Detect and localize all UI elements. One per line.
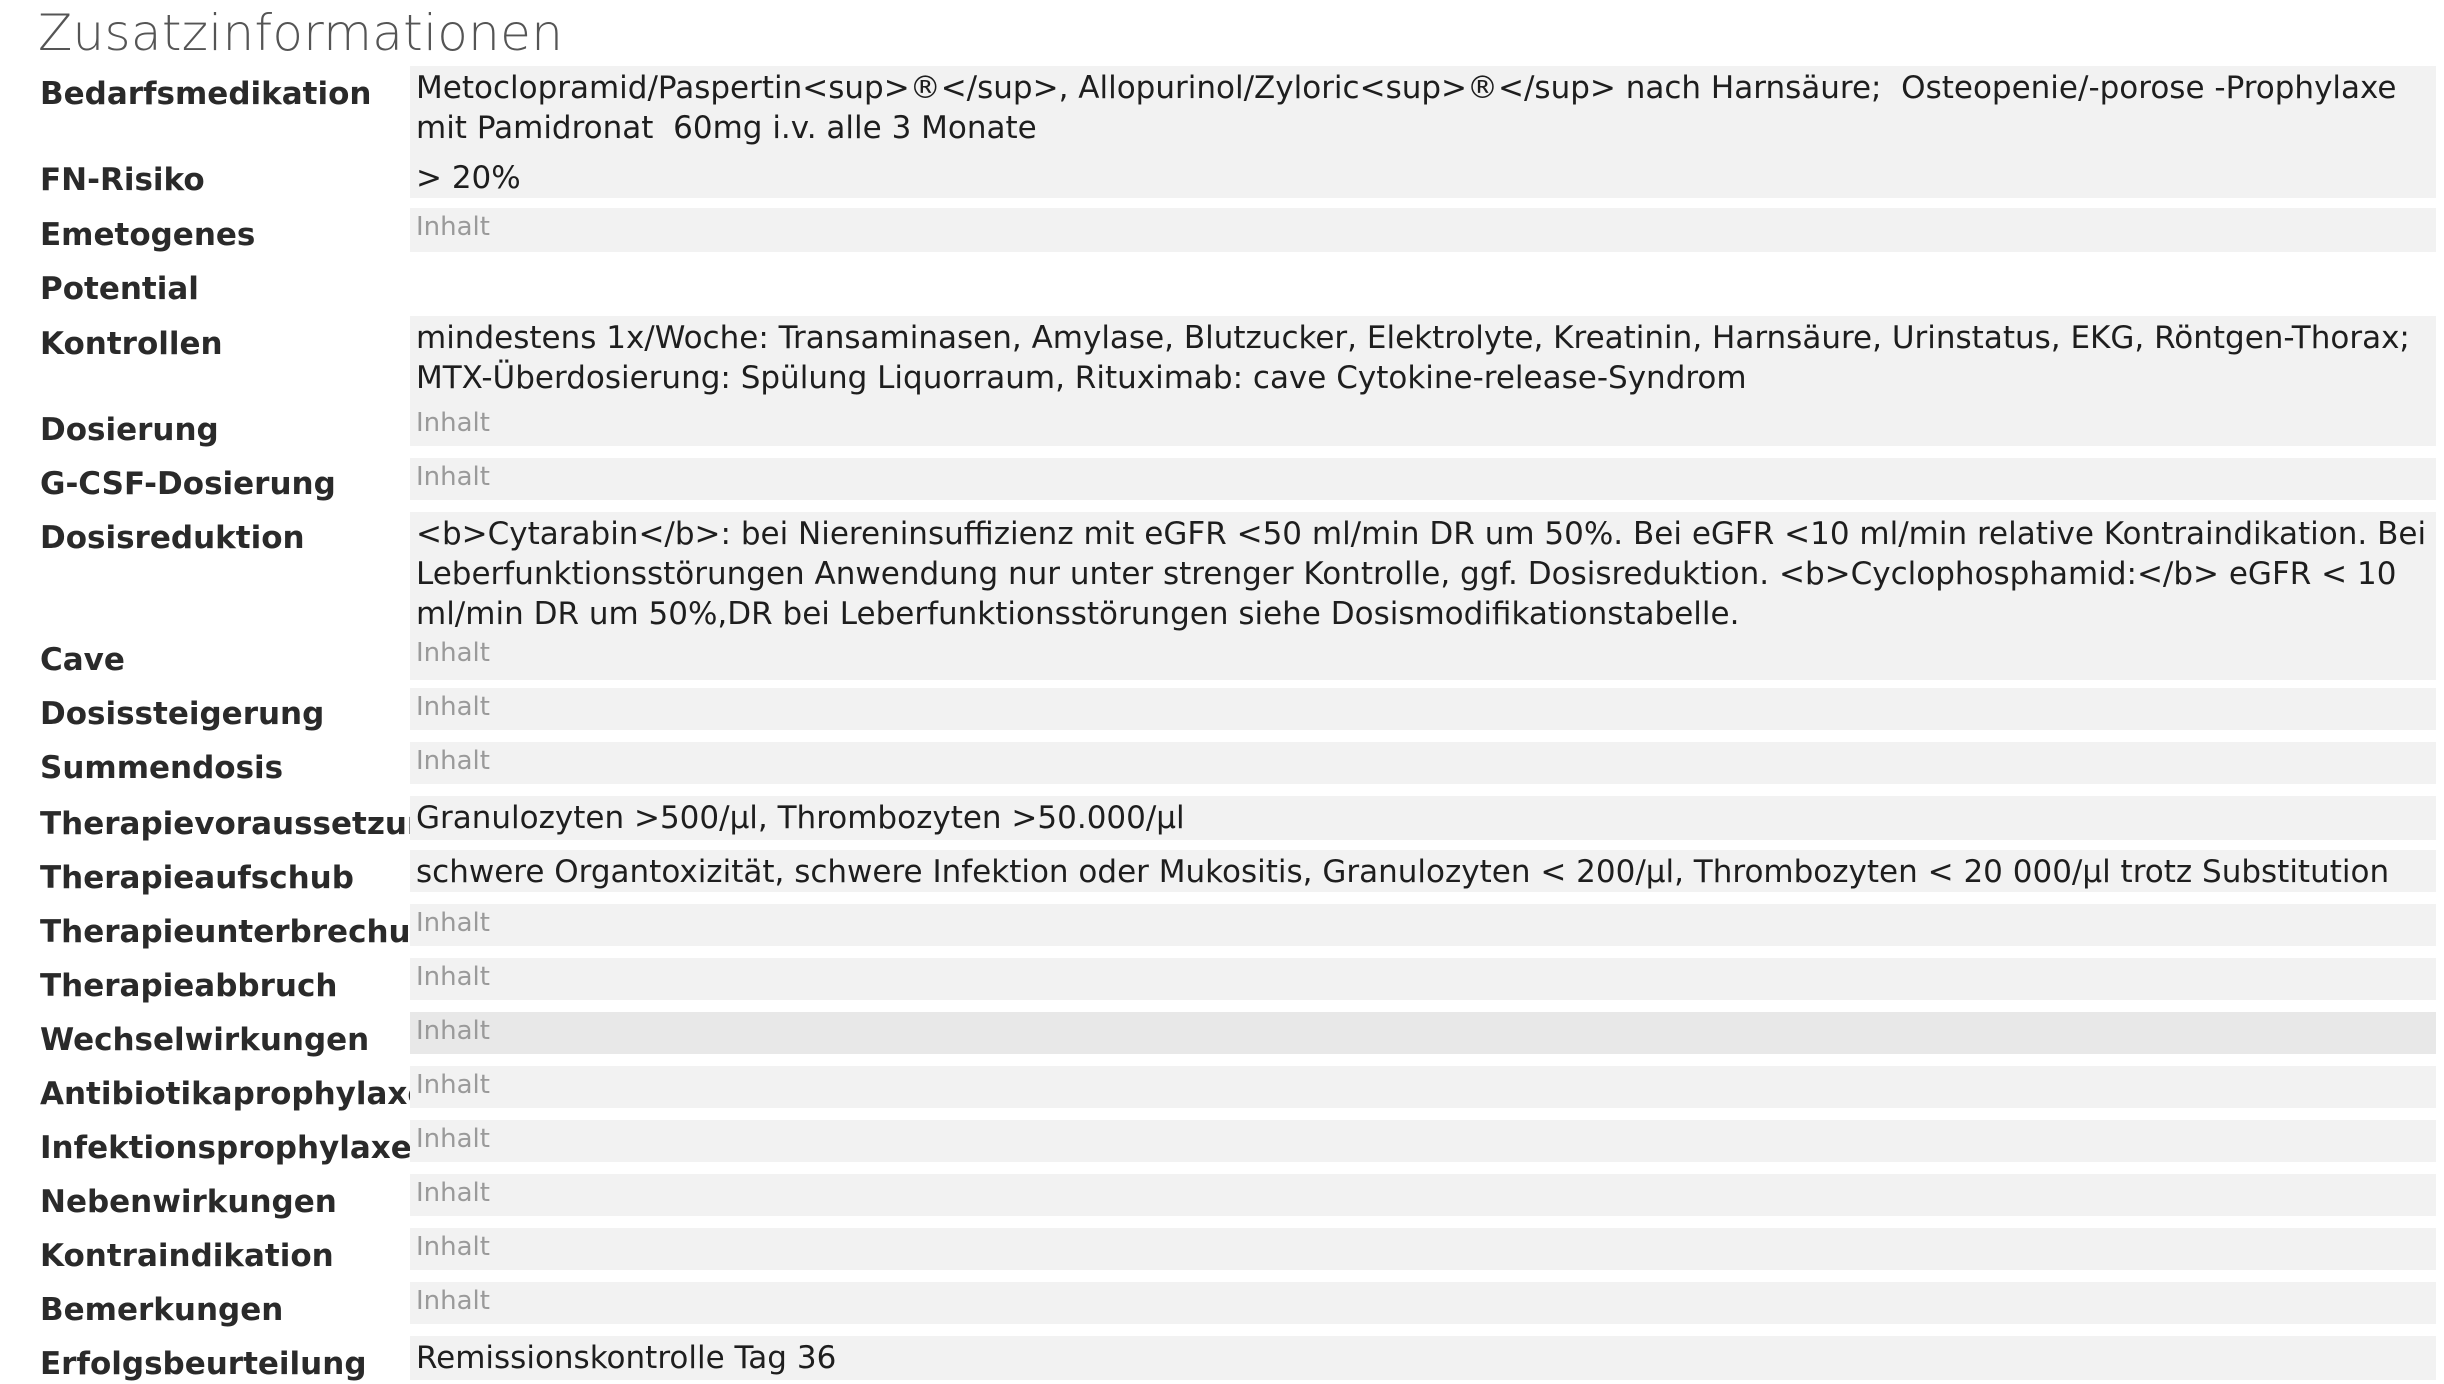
field-wechselwirkungen[interactable]: Inhalt — [410, 1012, 2436, 1054]
field-nebenwirkungen[interactable]: Inhalt — [410, 1174, 2436, 1216]
field-antibiotikaprophylaxe[interactable]: Inhalt — [410, 1066, 2436, 1108]
field-cave-placeholder: Inhalt — [416, 638, 490, 668]
field-kontraindikation[interactable]: Inhalt — [410, 1228, 2436, 1270]
label-bemerkungen: Bemerkungen — [40, 1292, 284, 1328]
label-therapieunterbrechung: Therapieunterbrechung — [40, 914, 412, 950]
field-therapieabbruch[interactable]: Inhalt — [410, 958, 2436, 1000]
field-dosissteigerung-placeholder: Inhalt — [416, 692, 490, 722]
field-emetogenes-potential[interactable]: Inhalt — [410, 208, 2436, 252]
field-fn-risiko[interactable]: > 20% — [410, 156, 2436, 198]
field-emetogenes-potential-placeholder: Inhalt — [416, 212, 490, 242]
field-infektionsprophylaxe[interactable]: Inhalt — [410, 1120, 2436, 1162]
field-dosisreduktion-value: <b>Cytarabin</b>: bei Niereninsuffizienz… — [416, 516, 2436, 632]
label-summendosis: Summendosis — [40, 750, 284, 786]
label-fn-risiko: FN-Risiko — [40, 162, 205, 198]
field-therapieaufschub[interactable]: schwere Organtoxizität, schwere Infektio… — [410, 850, 2436, 892]
field-summendosis[interactable]: Inhalt — [410, 742, 2436, 784]
label-bedarfsmedikation: Bedarfsmedikation — [40, 76, 372, 112]
label-therapieaufschub: Therapieaufschub — [40, 860, 354, 896]
field-dosierung-placeholder: Inhalt — [416, 408, 490, 438]
label-kontraindikation: Kontraindikation — [40, 1238, 334, 1274]
field-erfolgsbeurteilung[interactable]: Remissionskontrolle Tag 36 — [410, 1336, 2436, 1380]
field-gcsf-dosierung[interactable]: Inhalt — [410, 458, 2436, 500]
field-therapievoraussetzung[interactable]: Granulozyten >500/µl, Thrombozyten >50.0… — [410, 796, 2436, 840]
field-kontrollen-value: mindestens 1x/Woche: Transaminasen, Amyl… — [416, 320, 2420, 396]
field-erfolgsbeurteilung-value: Remissionskontrolle Tag 36 — [416, 1340, 837, 1376]
field-bemerkungen[interactable]: Inhalt — [410, 1282, 2436, 1324]
label-emetogenes-potential: Emetogenes Potential — [40, 217, 256, 307]
label-therapieabbruch: Therapieabbruch — [40, 968, 338, 1004]
field-summendosis-placeholder: Inhalt — [416, 746, 490, 776]
label-wechselwirkungen: Wechselwirkungen — [40, 1022, 370, 1058]
label-gcsf-dosierung: G-CSF-Dosierung — [40, 466, 336, 502]
field-bemerkungen-placeholder: Inhalt — [416, 1286, 490, 1316]
label-nebenwirkungen: Nebenwirkungen — [40, 1184, 337, 1220]
label-infektionsprophylaxe: Infektionsprophylaxe — [40, 1130, 412, 1166]
field-bedarfsmedikation-value: Metoclopramid/Paspertin<sup>®</sup>, All… — [416, 70, 2407, 146]
label-erfolgsbeurteilung: Erfolgsbeurteilung — [40, 1346, 367, 1382]
field-nebenwirkungen-placeholder: Inhalt — [416, 1178, 490, 1208]
field-kontraindikation-placeholder: Inhalt — [416, 1232, 490, 1262]
field-fn-risiko-value: > 20% — [416, 160, 521, 196]
field-dosierung[interactable]: Inhalt — [410, 404, 2436, 446]
section-title: Zusatzinformationen — [38, 4, 564, 62]
field-wechselwirkungen-placeholder: Inhalt — [416, 1016, 490, 1046]
label-therapievoraussetzung: Therapievoraussetzung — [40, 806, 412, 842]
label-cave: Cave — [40, 642, 125, 678]
field-cave[interactable]: Inhalt — [410, 634, 2436, 680]
label-antibiotikaprophylaxe: Antibiotikaprophylaxe — [40, 1076, 412, 1112]
zusatzinformationen-panel: Zusatzinformationen Bedarfsmedikation Me… — [0, 0, 2444, 1382]
field-infektionsprophylaxe-placeholder: Inhalt — [416, 1124, 490, 1154]
field-therapieabbruch-placeholder: Inhalt — [416, 962, 490, 992]
label-dosierung: Dosierung — [40, 412, 219, 448]
field-therapieunterbrechung-placeholder: Inhalt — [416, 908, 490, 938]
field-gcsf-dosierung-placeholder: Inhalt — [416, 462, 490, 492]
label-dosissteigerung: Dosissteigerung — [40, 696, 325, 732]
field-antibiotikaprophylaxe-placeholder: Inhalt — [416, 1070, 490, 1100]
field-dosissteigerung[interactable]: Inhalt — [410, 688, 2436, 730]
label-dosisreduktion: Dosisreduktion — [40, 520, 305, 556]
label-kontrollen: Kontrollen — [40, 326, 223, 362]
field-therapieunterbrechung[interactable]: Inhalt — [410, 904, 2436, 946]
field-therapieaufschub-value: schwere Organtoxizität, schwere Infektio… — [416, 854, 2390, 890]
field-therapievoraussetzung-value: Granulozyten >500/µl, Thrombozyten >50.0… — [416, 800, 1185, 836]
